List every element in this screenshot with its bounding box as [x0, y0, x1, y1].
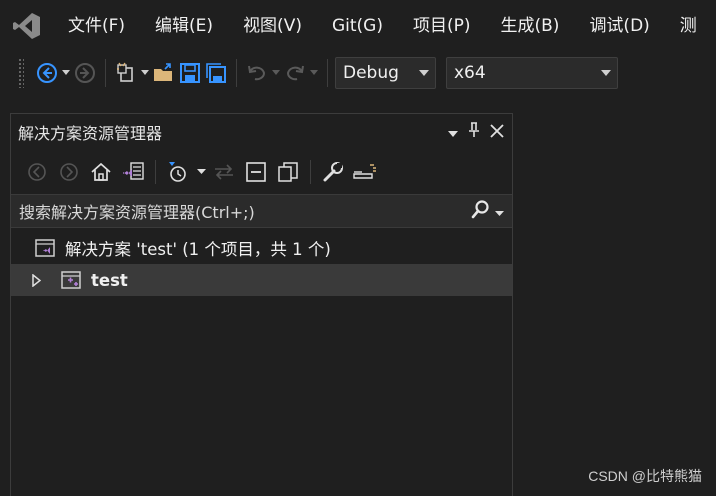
menu-bar: 文件(F) 编辑(E) 视图(V) Git(G) 项目(P) 生成(B) 调试(…	[0, 0, 716, 52]
search-icon[interactable]	[471, 199, 491, 223]
solution-configuration-select[interactable]: Debug	[335, 57, 436, 89]
open-folder-icon[interactable]	[151, 58, 177, 88]
menu-debug[interactable]: 调试(D)	[575, 0, 665, 52]
chevron-down-icon	[601, 70, 611, 76]
save-all-icon[interactable]	[203, 58, 229, 88]
new-item-dropdown-icon[interactable]	[139, 58, 151, 88]
menu-file[interactable]: 文件(F)	[54, 0, 141, 52]
menu-test[interactable]: 测	[666, 0, 713, 52]
menu-git[interactable]: Git(G)	[318, 0, 399, 52]
toolbar-separator	[327, 59, 328, 87]
chevron-down-icon	[419, 70, 429, 76]
solution-explorer-panel: 解决方案资源管理器 搜索解决方案资源管理器(Ctrl+;) 解决方案 'test…	[10, 113, 513, 496]
menu-project[interactable]: 项目(P)	[399, 0, 487, 52]
toolbar-separator	[105, 59, 106, 87]
expand-arrow-icon[interactable]	[23, 273, 49, 287]
properties-wrench-icon[interactable]	[317, 157, 349, 187]
search-input[interactable]: 搜索解决方案资源管理器(Ctrl+;)	[19, 199, 255, 223]
redo-icon[interactable]	[282, 58, 308, 88]
preview-selected-items-icon[interactable]	[349, 157, 381, 187]
menu-build[interactable]: 生成(B)	[487, 0, 576, 52]
toolbar-separator	[310, 160, 311, 184]
sync-with-active-document-icon[interactable]	[208, 157, 240, 187]
solution-icon	[33, 237, 59, 259]
solution-explorer-header: 解决方案资源管理器	[11, 114, 512, 150]
undo-dropdown-icon[interactable]	[270, 58, 282, 88]
project-node[interactable]: test	[11, 264, 512, 296]
visual-studio-logo-icon[interactable]	[0, 0, 54, 52]
pin-icon[interactable]	[468, 122, 480, 142]
toolbar-separator	[236, 59, 237, 87]
panel-title: 解决方案资源管理器	[18, 124, 163, 143]
project-label: test	[91, 270, 128, 290]
redo-dropdown-icon[interactable]	[308, 58, 320, 88]
forward-icon[interactable]	[72, 58, 98, 88]
solution-label: 解决方案 'test' (1 个项目，共 1 个)	[65, 240, 331, 259]
window-position-dropdown-icon[interactable]	[448, 123, 458, 142]
search-options-dropdown-icon[interactable]	[495, 202, 504, 221]
collapse-all-icon[interactable]	[240, 157, 272, 187]
show-all-files-icon[interactable]	[272, 157, 304, 187]
menu-view[interactable]: 视图(V)	[229, 0, 318, 52]
new-item-icon[interactable]	[113, 58, 139, 88]
solution-configuration-value: Debug	[343, 63, 399, 83]
cpp-project-icon	[59, 269, 85, 291]
forward-icon[interactable]	[53, 157, 85, 187]
pending-changes-filter-icon[interactable]	[162, 157, 194, 187]
watermark: CSDN @比特熊猫	[588, 468, 702, 484]
save-icon[interactable]	[177, 58, 203, 88]
back-icon[interactable]	[34, 58, 60, 88]
toolbar-separator	[155, 160, 156, 184]
solution-platform-value: x64	[454, 63, 486, 83]
filter-dropdown-icon[interactable]	[194, 157, 208, 187]
switch-views-icon[interactable]	[117, 157, 149, 187]
menu-edit[interactable]: 编辑(E)	[141, 0, 229, 52]
home-icon[interactable]	[85, 157, 117, 187]
solution-node[interactable]: 解决方案 'test' (1 个项目，共 1 个)	[11, 232, 512, 264]
toolbar-grip[interactable]	[18, 58, 24, 88]
back-dropdown-icon[interactable]	[60, 58, 72, 88]
back-icon[interactable]	[21, 157, 53, 187]
undo-icon[interactable]	[244, 58, 270, 88]
solution-platform-select[interactable]: x64	[446, 57, 618, 89]
solution-explorer-toolbar	[11, 150, 512, 194]
standard-toolbar: Debug x64	[0, 52, 716, 94]
close-icon[interactable]	[490, 123, 504, 142]
solution-explorer-search[interactable]: 搜索解决方案资源管理器(Ctrl+;)	[11, 194, 512, 228]
